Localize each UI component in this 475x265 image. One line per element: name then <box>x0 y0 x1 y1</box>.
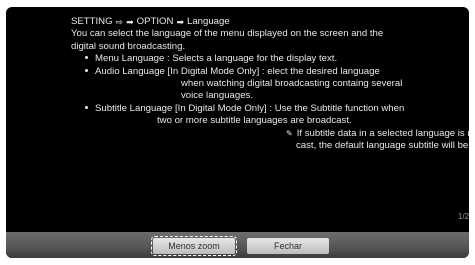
breadcrumb-option: OPTION <box>136 16 174 27</box>
list-item-menu-language: Menu Language : Selects a language for t… <box>85 53 441 65</box>
manual-content: SETTING ⇨ ➡ OPTION ➡ Language You can se… <box>71 16 469 152</box>
right-arrow-solid-icon: ➡ <box>126 17 134 27</box>
audio-language-line-3: voice languages. <box>181 90 254 102</box>
close-button[interactable]: Fechar <box>247 238 329 254</box>
breadcrumb-setting: SETTING <box>71 16 113 27</box>
breadcrumb: SETTING ⇨ ➡ OPTION ➡ Language <box>71 16 441 28</box>
bullet-icon <box>85 56 88 60</box>
intro-text-line-2: digital sound broadcasting. <box>71 40 186 52</box>
list-item-audio-language: Audio Language [In Digital Mode Only] : … <box>85 66 441 78</box>
bottom-button-bar: Menos zoom Fechar <box>6 232 469 258</box>
right-arrow-outline-icon: ⇨ <box>115 17 124 27</box>
right-arrow-solid-icon: ➡ <box>176 17 184 27</box>
page-indicator: 1/2 <box>457 212 469 221</box>
bullet-icon <box>85 68 88 72</box>
subtitle-language-line-2: two or more subtitle languages are broad… <box>157 115 352 127</box>
list-item-subtitle-language: Subtitle Language [In Digital Mode Only]… <box>85 103 441 115</box>
list-item-text: Audio Language [In Digital Mode Only] : … <box>95 65 380 77</box>
note-line-1: If subtitle data in a selected language … <box>296 127 469 139</box>
pencil-note-icon: ✎ <box>286 128 293 138</box>
list-item-text: Menu Language : Selects a language for t… <box>95 53 338 65</box>
intro-text-line-1: You can select the language of the menu … <box>71 28 384 40</box>
manual-viewer: SETTING ⇨ ➡ OPTION ➡ Language You can se… <box>6 7 469 258</box>
note: ✎ If subtitle data in a selected languag… <box>286 128 469 140</box>
zoom-out-button[interactable]: Menos zoom <box>151 236 237 256</box>
note-line-2: cast, the default language subtitle will… <box>296 140 469 152</box>
bullet-icon <box>85 105 88 109</box>
breadcrumb-language: Language <box>187 16 230 27</box>
list-item-text: Subtitle Language [In Digital Mode Only]… <box>95 102 405 114</box>
audio-language-line-2: when watching digital broadcasting conta… <box>181 78 403 90</box>
